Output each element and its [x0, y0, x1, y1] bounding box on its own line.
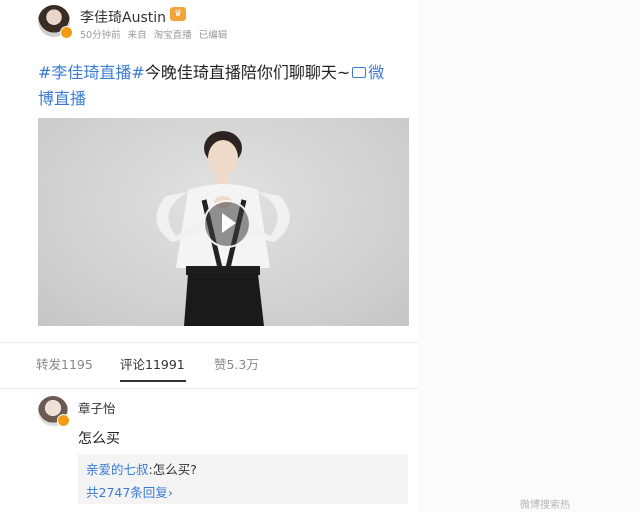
post-meta: 50分钟前 来自 淘宝直播 已编辑	[80, 27, 231, 41]
reply-user[interactable]: 亲爱的七叔	[86, 462, 149, 477]
like-button[interactable]: 赞5.3万	[214, 354, 259, 373]
active-tab-underline	[120, 380, 186, 382]
post-time: 50分钟前	[80, 30, 121, 41]
play-button-icon[interactable]	[203, 200, 251, 248]
comment-text: 怎么买	[78, 431, 120, 447]
hashtag-link[interactable]: #李佳琦直播#	[38, 63, 145, 82]
edited-label: 已编辑	[198, 30, 228, 41]
member-crown-icon: ♛	[170, 7, 186, 21]
reply-line: 亲爱的七叔:怎么买?	[86, 459, 197, 478]
commenter-name[interactable]: 章子怡	[78, 398, 116, 417]
divider	[0, 388, 418, 389]
post-source[interactable]: 淘宝直播	[154, 30, 192, 41]
blank-area	[418, 0, 640, 512]
reply-preview[interactable]: 亲爱的七叔:怎么买? 共2747条回复›	[78, 454, 408, 504]
watermark: 微博搜索热	[520, 500, 570, 511]
repost-button[interactable]: 转发1195	[36, 354, 93, 373]
verified-badge-icon	[60, 26, 73, 39]
reply-count: 共2747条回复	[86, 485, 168, 500]
video-camera-icon	[352, 67, 367, 78]
reply-text: :怎么买?	[148, 462, 197, 477]
video-player[interactable]	[38, 118, 409, 326]
verified-badge-icon	[57, 414, 70, 427]
post-text: 今晚佳琦直播陪你们聊聊天~	[144, 63, 351, 82]
divider	[0, 342, 418, 343]
view-replies-link[interactable]: 共2747条回复›	[86, 482, 173, 501]
post-body: #李佳琦直播#今晚佳琦直播陪你们聊聊天~ 微博直播	[38, 60, 398, 112]
source-prefix: 来自	[127, 30, 147, 41]
chevron-right-icon: ›	[167, 485, 173, 500]
author-name[interactable]: 李佳琦Austin	[80, 7, 166, 27]
comment-tab[interactable]: 评论11991	[120, 354, 185, 373]
weibo-post-card: 李佳琦Austin ♛ 50分钟前 来自 淘宝直播 已编辑 #李佳琦直播#今晚佳…	[0, 0, 418, 512]
